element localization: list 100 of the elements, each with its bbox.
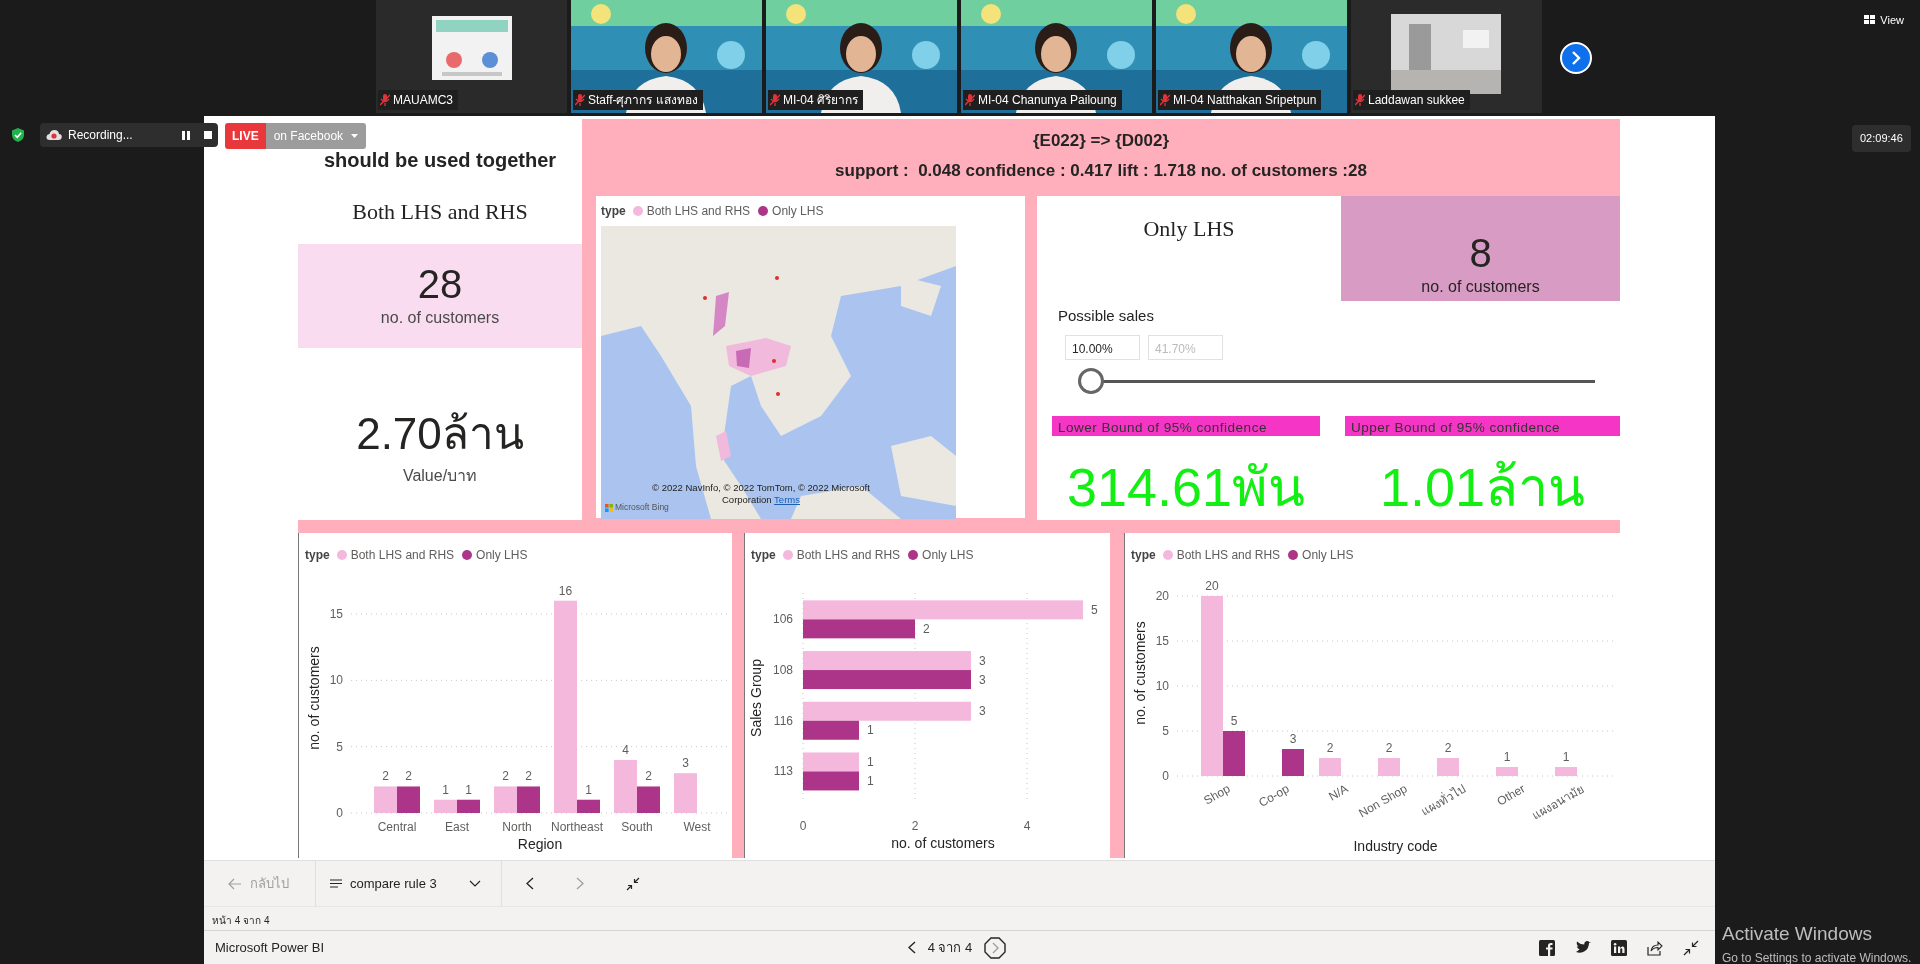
bound-value: 1.01ล้าน <box>1379 456 1586 517</box>
bar <box>1437 758 1459 776</box>
chevron-right-icon <box>1570 51 1582 65</box>
legend-title: type <box>305 547 330 564</box>
axis-tick-label: 4 <box>1023 819 1031 833</box>
bar <box>517 786 540 813</box>
exit-fullscreen-button[interactable] <box>1683 939 1699 956</box>
terms-link[interactable]: Terms <box>774 493 800 505</box>
grid-icon <box>1864 15 1876 26</box>
data-label: 3 <box>1289 732 1297 746</box>
collapse-icon <box>625 876 640 891</box>
axis-tick-label: 0 <box>1162 769 1169 783</box>
axis-label: South <box>621 820 653 834</box>
page-counter: 4 จาก 4 <box>927 938 973 957</box>
kpi-value: 2.70ล้าน <box>356 410 524 459</box>
axis-tick-label: 2 <box>911 819 919 833</box>
axis-label: Central <box>377 820 417 834</box>
data-label: 4 <box>622 742 629 757</box>
axis-tick-label: 15 <box>329 606 343 621</box>
kpi-label: Value/บาท <box>402 466 478 487</box>
cloud-icon <box>46 129 62 141</box>
bar <box>1496 767 1518 776</box>
activation-text: Go to Settings to activate Windows. <box>1722 949 1912 964</box>
bar <box>374 786 397 813</box>
arrow-left-icon <box>228 877 242 890</box>
slider-thumb[interactable] <box>1078 367 1104 394</box>
axis-tick-label: 5 <box>336 739 343 754</box>
next-page-button[interactable] <box>984 936 1007 959</box>
axis-title: no. of customers <box>306 646 322 750</box>
participant-name: MI-04 Natthakan Sripetpun <box>1158 90 1322 110</box>
data-label: 3 <box>979 653 986 668</box>
chevron-left-icon <box>525 877 534 890</box>
bird-icon <box>1575 939 1591 956</box>
rule-metrics: support : 0.048 confidence : 0.417 lift : 1.718 no. of customers :28 <box>835 159 1367 182</box>
data-label: 1 <box>867 773 874 788</box>
min-value-field[interactable]: 10.00% <box>1065 334 1140 360</box>
axis-label: 116 <box>773 713 793 728</box>
data-label: 20 <box>1205 579 1219 593</box>
data-label: 1 <box>585 782 592 797</box>
linkedin-share-button[interactable] <box>1611 939 1627 956</box>
participant-name: MI-04 Chanunya Pailoung <box>963 90 1122 110</box>
axis-title: no. of customers <box>1132 621 1148 725</box>
axis-label: Other <box>1494 781 1528 809</box>
data-label: 1 <box>465 782 472 797</box>
max-value-field[interactable]: 41.70% <box>1148 334 1223 360</box>
bar <box>1319 758 1341 776</box>
collapse-icon <box>1683 939 1699 956</box>
live-destination-dropdown[interactable]: on Facebook <box>265 123 367 149</box>
axis-tick-label: 5 <box>1162 724 1169 738</box>
slider-label: Possible sales <box>1058 306 1155 326</box>
section-heading: Both LHS and RHS <box>352 198 528 226</box>
data-label: 2 <box>405 769 412 784</box>
axis-tick-label: 20 <box>1155 589 1169 603</box>
kpi-label: no. of customers <box>1421 277 1540 297</box>
caret-icon <box>351 134 359 138</box>
axis-label: Co-op <box>1256 781 1292 810</box>
bar <box>494 786 517 813</box>
axis-title: Sales Group <box>748 659 764 737</box>
data-label: 3 <box>979 704 986 719</box>
bar <box>457 799 480 813</box>
axis-label: East <box>445 820 469 834</box>
list-icon <box>330 879 342 888</box>
legend-title: type <box>751 547 776 564</box>
data-label: 3 <box>979 672 986 687</box>
slider-track[interactable] <box>1080 367 1595 394</box>
linkedin-icon <box>1611 939 1627 956</box>
data-label: 5 <box>1091 602 1098 617</box>
data-label: 2 <box>1385 741 1393 755</box>
data-label: 16 <box>558 583 573 598</box>
legend-title: type <box>601 203 626 220</box>
data-label: 1 <box>1503 750 1511 764</box>
data-label: 2 <box>645 769 652 784</box>
axis-tick-label: 10 <box>329 673 343 688</box>
kpi-value: 8 <box>1469 231 1492 275</box>
data-label: 1 <box>1562 750 1570 764</box>
twitter-share-button[interactable] <box>1575 939 1591 956</box>
axis-label: Northeast <box>551 820 603 834</box>
meeting-timer: 02:09:46 <box>1852 125 1911 152</box>
axis-label: Shop <box>1201 781 1233 808</box>
bar <box>803 771 859 791</box>
facebook-share-button[interactable] <box>1539 939 1555 956</box>
participant-name: Staff-ศุภากร แสงทอง <box>573 90 703 110</box>
axis-label: 113 <box>773 764 793 779</box>
axis-tick-label: 0 <box>799 819 807 833</box>
legend-label: Both LHS and RHS <box>350 547 455 564</box>
previous-page-button[interactable] <box>907 941 916 954</box>
kpi-value: 28 <box>417 262 463 306</box>
legend-title: type <box>1131 547 1156 564</box>
share-button[interactable] <box>1647 939 1663 956</box>
chevron-down-icon <box>468 880 481 887</box>
legend-label: Both LHS and RHS <box>646 203 751 220</box>
report-title: should be used together <box>323 148 557 173</box>
axis-label: 106 <box>772 612 793 627</box>
pause-button[interactable] <box>182 130 190 140</box>
participant-name: MAUAMC3 <box>378 90 458 110</box>
bar <box>674 773 697 813</box>
page-dropdown[interactable]: compare rule 3 <box>320 869 491 898</box>
app-name: Microsoft Power BI <box>215 939 325 955</box>
view-button[interactable]: View <box>1862 10 1906 31</box>
windows-logo-icon <box>605 503 613 512</box>
